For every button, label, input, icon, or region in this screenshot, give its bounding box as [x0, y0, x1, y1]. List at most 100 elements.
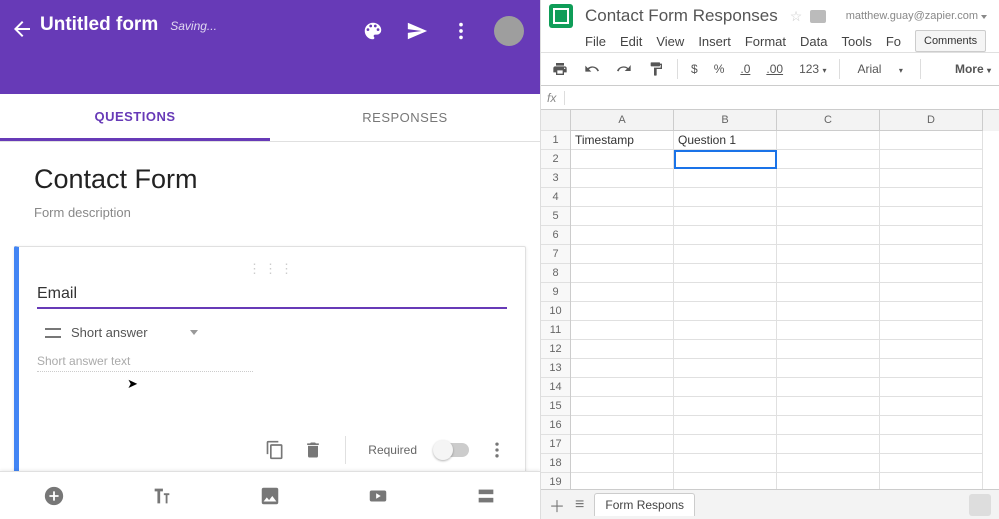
cell[interactable]	[777, 131, 880, 150]
cell[interactable]	[571, 226, 674, 245]
cell[interactable]	[674, 188, 777, 207]
cell[interactable]	[674, 302, 777, 321]
cell[interactable]	[880, 169, 983, 188]
add-section-icon[interactable]	[475, 485, 497, 507]
cell[interactable]	[571, 416, 674, 435]
toolbar-more[interactable]: More ▾	[955, 62, 991, 76]
col-header[interactable]: B	[674, 110, 777, 131]
col-header[interactable]: A	[571, 110, 674, 131]
menu-form[interactable]: Fo	[886, 34, 901, 49]
undo-icon[interactable]	[581, 59, 603, 79]
menu-file[interactable]: File	[585, 34, 606, 49]
row-header[interactable]: 10	[541, 302, 570, 321]
cell[interactable]	[571, 321, 674, 340]
cell[interactable]	[777, 435, 880, 454]
cell[interactable]	[674, 150, 777, 169]
cell[interactable]	[880, 207, 983, 226]
cell[interactable]	[571, 454, 674, 473]
menu-tools[interactable]: Tools	[841, 34, 871, 49]
cell[interactable]	[777, 302, 880, 321]
cell[interactable]	[674, 340, 777, 359]
row-header[interactable]: 18	[541, 454, 570, 473]
required-toggle[interactable]	[435, 443, 469, 457]
add-video-icon[interactable]	[367, 485, 389, 507]
delete-icon[interactable]	[303, 440, 323, 460]
folder-icon[interactable]	[810, 10, 826, 23]
all-sheets-icon[interactable]: ≡	[575, 496, 584, 514]
tab-questions[interactable]: QUESTIONS	[0, 94, 270, 141]
row-header[interactable]: 19	[541, 473, 570, 489]
cell[interactable]	[777, 340, 880, 359]
cell[interactable]	[880, 473, 983, 489]
formula-bar[interactable]: fx	[541, 86, 999, 110]
drag-handle-icon[interactable]: ⋮⋮⋮	[37, 261, 507, 277]
cell[interactable]	[777, 245, 880, 264]
cell[interactable]	[880, 283, 983, 302]
cell[interactable]	[674, 226, 777, 245]
format-currency[interactable]: $	[688, 60, 701, 78]
row-header[interactable]: 7	[541, 245, 570, 264]
star-icon[interactable]: ☆	[790, 8, 803, 25]
format-percent[interactable]: %	[711, 60, 728, 78]
cell[interactable]	[880, 454, 983, 473]
user-email[interactable]: matthew.guay@zapier.com	[846, 10, 987, 22]
cell[interactable]	[571, 435, 674, 454]
answer-type-dropdown[interactable]: Short answer	[45, 325, 507, 340]
cell[interactable]	[571, 207, 674, 226]
cell[interactable]	[777, 226, 880, 245]
sheet-tab[interactable]: Form Respons	[594, 493, 695, 516]
cell[interactable]: Timestamp	[571, 131, 674, 150]
row-header[interactable]: 14	[541, 378, 570, 397]
cell[interactable]	[674, 473, 777, 489]
cell[interactable]	[880, 226, 983, 245]
cell[interactable]	[674, 283, 777, 302]
row-header[interactable]: 6	[541, 226, 570, 245]
menu-edit[interactable]: Edit	[620, 34, 642, 49]
cell[interactable]	[674, 378, 777, 397]
cell[interactable]	[571, 283, 674, 302]
row-header[interactable]: 5	[541, 207, 570, 226]
cell[interactable]	[777, 378, 880, 397]
row-header[interactable]: 11	[541, 321, 570, 340]
form-heading[interactable]: Contact Form	[34, 164, 506, 195]
cell[interactable]	[674, 416, 777, 435]
cell[interactable]	[880, 150, 983, 169]
add-image-icon[interactable]	[259, 485, 281, 507]
question-title-input[interactable]	[37, 283, 507, 309]
cell[interactable]	[777, 283, 880, 302]
back-arrow-icon[interactable]	[10, 17, 34, 41]
menu-insert[interactable]: Insert	[698, 34, 731, 49]
cell[interactable]	[880, 264, 983, 283]
cell[interactable]	[880, 340, 983, 359]
sheets-logo-icon[interactable]	[549, 4, 573, 28]
cell[interactable]	[880, 188, 983, 207]
number-format-dropdown[interactable]: 123 ▾	[796, 60, 829, 78]
cell[interactable]	[777, 397, 880, 416]
cell[interactable]	[571, 473, 674, 489]
send-icon[interactable]	[406, 20, 428, 42]
cell[interactable]	[880, 321, 983, 340]
question-more-icon[interactable]	[487, 440, 507, 460]
cell[interactable]	[880, 359, 983, 378]
row-header[interactable]: 4	[541, 188, 570, 207]
cell[interactable]	[674, 397, 777, 416]
cell[interactable]	[571, 397, 674, 416]
cell[interactable]	[777, 150, 880, 169]
cell[interactable]	[777, 359, 880, 378]
increase-decimal[interactable]: .00	[763, 60, 786, 78]
cell[interactable]	[571, 359, 674, 378]
cell[interactable]	[571, 264, 674, 283]
cell[interactable]	[674, 359, 777, 378]
cell[interactable]	[880, 378, 983, 397]
cell[interactable]	[571, 302, 674, 321]
comments-button[interactable]: Comments	[915, 30, 986, 52]
palette-icon[interactable]	[362, 20, 384, 42]
cell[interactable]	[777, 416, 880, 435]
col-header[interactable]: C	[777, 110, 880, 131]
cell[interactable]	[674, 321, 777, 340]
cell[interactable]	[777, 169, 880, 188]
spreadsheet-grid[interactable]: 12345678910111213141516171819202122 A B …	[541, 110, 999, 489]
cell[interactable]	[777, 188, 880, 207]
add-title-icon[interactable]	[151, 485, 173, 507]
col-header[interactable]: D	[880, 110, 983, 131]
